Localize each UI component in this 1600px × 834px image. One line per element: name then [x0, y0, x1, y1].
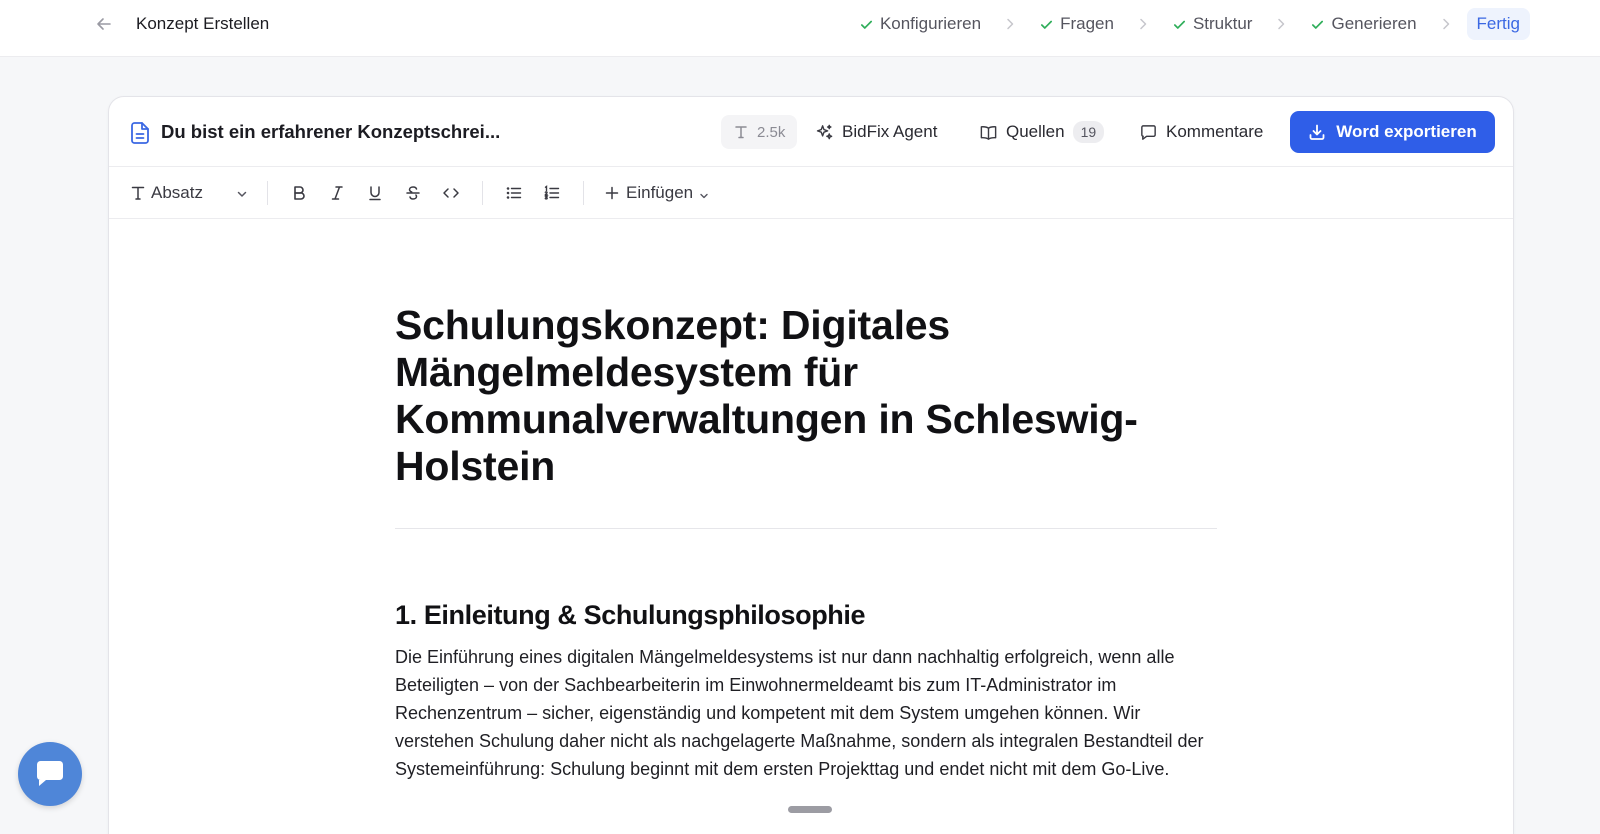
block-type-value: Absatz: [151, 182, 203, 202]
token-count-chip: 2.5k: [721, 115, 798, 149]
step-progress: Konfigurieren Fragen Struktur Generieren…: [851, 8, 1530, 40]
chevron-down-icon: [235, 186, 249, 200]
bullet-list-button[interactable]: [495, 177, 533, 209]
chevron-right-icon: [1439, 17, 1453, 31]
token-count: 2.5k: [757, 123, 786, 141]
step-fragen[interactable]: Fragen: [1031, 8, 1122, 40]
code-icon: [443, 187, 459, 198]
formatting-toolbar: Absatz Einfügen: [109, 167, 1513, 219]
document-card: Du bist ein erfahrener Konzeptschrei... …: [108, 96, 1514, 834]
underline-icon: [369, 185, 381, 200]
editor-content[interactable]: Schulungskonzept: Digitales Mängelmeldes…: [395, 302, 1217, 783]
word-export-button[interactable]: Word exportieren: [1290, 111, 1495, 153]
bidfix-agent-button[interactable]: BidFix Agent: [815, 115, 937, 149]
sources-count-badge: 19: [1072, 121, 1105, 143]
strikethrough-button[interactable]: [394, 177, 432, 209]
sources-label: Quellen: [1006, 122, 1065, 141]
book-open-icon: [980, 125, 997, 140]
step-struktur[interactable]: Struktur: [1164, 8, 1261, 40]
check-icon: [1172, 17, 1187, 32]
document-icon: [129, 121, 151, 145]
toolbar-divider: [482, 180, 483, 205]
ordered-list-icon: [544, 184, 560, 200]
page-title: Konzept Erstellen: [136, 14, 270, 33]
insert-menu-button[interactable]: Einfügen: [604, 183, 710, 203]
document-paragraph[interactable]: Die Einführung eines digitalen Mängelmel…: [395, 643, 1205, 783]
insert-label: Einfügen: [626, 182, 694, 202]
plus-icon: [604, 185, 620, 201]
check-icon: [1039, 17, 1054, 32]
word-export-label: Word exportieren: [1336, 122, 1477, 141]
toolbar-divider: [583, 180, 584, 205]
strikethrough-icon: [406, 185, 420, 200]
document-title[interactable]: Du bist ein erfahrener Konzeptschrei...: [161, 122, 500, 142]
comments-label: Kommentare: [1166, 122, 1264, 141]
step-label: Konfigurieren: [879, 14, 982, 33]
ordered-list-button[interactable]: [533, 177, 571, 209]
document-heading-2[interactable]: 1. Einleitung & Schulungsphilosophie: [395, 599, 1217, 631]
step-label: Struktur: [1192, 14, 1253, 33]
document-header: Du bist ein erfahrener Konzeptschrei... …: [109, 97, 1513, 167]
step-label: Fertig: [1476, 14, 1520, 33]
bold-button[interactable]: [280, 177, 318, 209]
bold-icon: [294, 185, 305, 200]
step-generieren[interactable]: Generieren: [1302, 8, 1424, 40]
toolbar-divider: [267, 180, 268, 205]
sources-button[interactable]: Quellen 19: [979, 115, 1105, 149]
horizontal-rule: [395, 528, 1217, 529]
chat-launcher-button[interactable]: [18, 742, 82, 806]
step-konfigurieren[interactable]: Konfigurieren: [851, 8, 989, 40]
chevron-down-icon: [698, 187, 710, 199]
sparkles-icon: [816, 124, 833, 139]
text-icon: [733, 124, 749, 140]
step-label: Fragen: [1060, 14, 1114, 33]
resize-handle[interactable]: [788, 806, 832, 813]
chat-icon: [37, 761, 63, 786]
back-arrow-icon[interactable]: [94, 14, 114, 34]
bidfix-agent-label: BidFix Agent: [842, 122, 938, 141]
italic-icon: [331, 185, 343, 200]
document-heading-1[interactable]: Schulungskonzept: Digitales Mängelmeldes…: [395, 302, 1217, 490]
text-icon: [129, 184, 147, 202]
italic-button[interactable]: [318, 177, 356, 209]
comment-icon: [1141, 124, 1156, 140]
chevron-right-icon: [1274, 17, 1288, 31]
check-icon: [859, 17, 874, 32]
chevron-right-icon: [1136, 17, 1150, 31]
underline-button[interactable]: [356, 177, 394, 209]
comments-button[interactable]: Kommentare: [1139, 115, 1263, 149]
chevron-right-icon: [1003, 17, 1017, 31]
download-icon: [1309, 124, 1325, 140]
block-type-select[interactable]: Absatz: [129, 183, 255, 203]
step-label: Generieren: [1331, 14, 1417, 33]
top-bar: Konzept Erstellen Konfigurieren Fragen S…: [0, 0, 1600, 57]
code-button[interactable]: [432, 177, 470, 209]
bullet-list-icon: [506, 186, 522, 199]
step-fertig[interactable]: Fertig: [1466, 8, 1530, 40]
check-icon: [1310, 17, 1325, 32]
